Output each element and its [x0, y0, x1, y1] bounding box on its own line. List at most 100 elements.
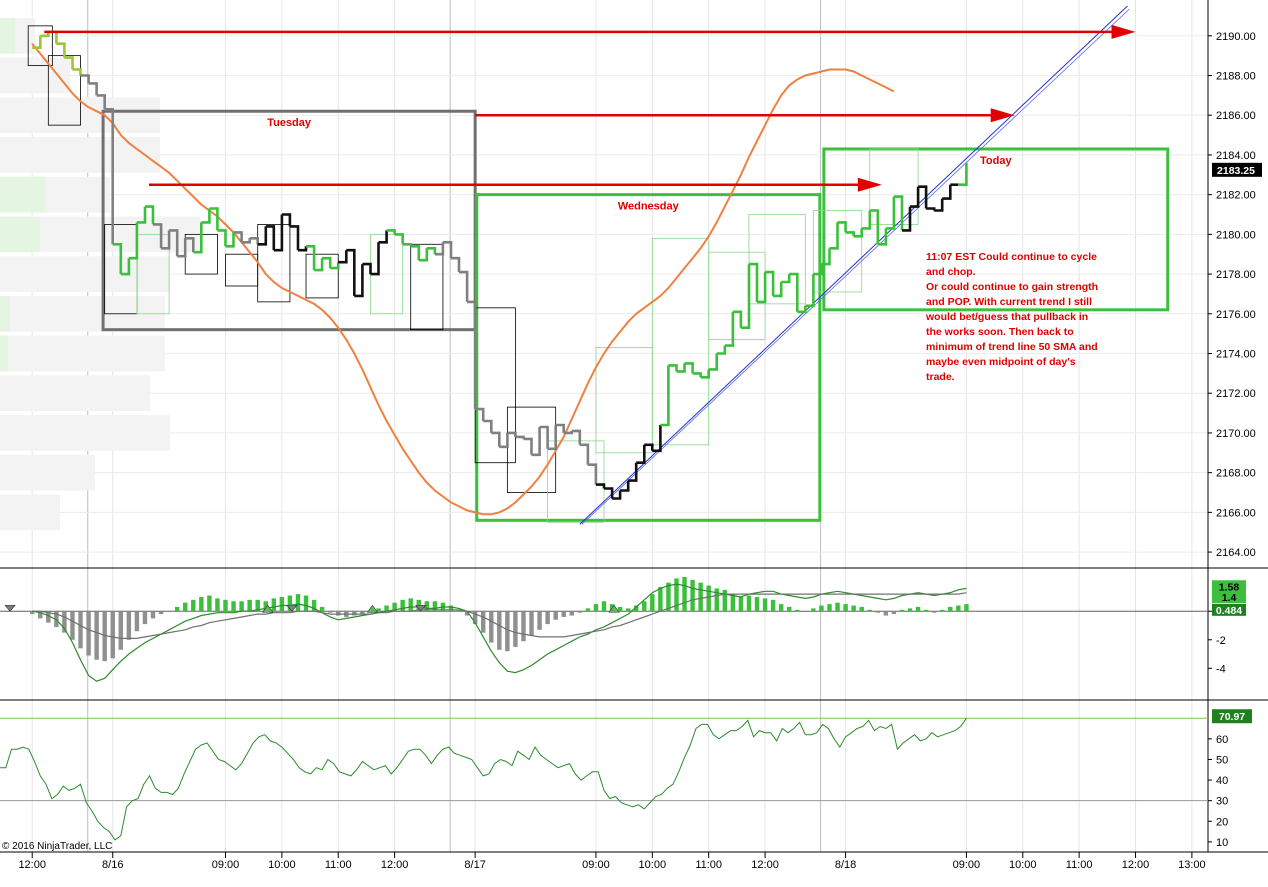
price-panel[interactable]: Tuesday Wednesday Today 11:07 EST Could con…	[0, 5, 1170, 531]
crossover-marker[interactable]	[366, 604, 379, 613]
macd-histogram-bar[interactable]	[569, 611, 575, 616]
price-step[interactable]	[515, 435, 525, 439]
macd-histogram-bar[interactable]	[408, 598, 413, 612]
day-range-box[interactable]	[475, 193, 822, 522]
macd-histogram-bar[interactable]	[601, 601, 607, 612]
macd-histogram-bar[interactable]	[118, 611, 124, 650]
macd-histogram-bar[interactable]	[94, 611, 99, 660]
macd-histogram-bar[interactable]	[956, 605, 961, 612]
price-step[interactable]	[636, 444, 646, 464]
macd-histogram-bar[interactable]	[875, 611, 881, 613]
macd-histogram-bar[interactable]	[279, 596, 285, 612]
price-step[interactable]	[201, 208, 211, 224]
macd-histogram-bar[interactable]	[295, 594, 301, 612]
macd-histogram-bar[interactable]	[271, 598, 277, 612]
macd-histogram-bar[interactable]	[907, 608, 913, 612]
macd-histogram-bar[interactable]	[940, 609, 945, 612]
macd-histogram-bar[interactable]	[497, 611, 502, 650]
price-step[interactable]	[660, 365, 670, 427]
macd-histogram-bar[interactable]	[327, 611, 333, 613]
price-step[interactable]	[781, 274, 791, 284]
macd-histogram-bar[interactable]	[827, 604, 832, 612]
price-step[interactable]	[724, 311, 735, 347]
macd-histogram-bar[interactable]	[303, 595, 309, 612]
macd-histogram-bar[interactable]	[730, 594, 736, 612]
price-step[interactable]	[217, 229, 227, 247]
macd-histogram-bar[interactable]	[666, 582, 671, 612]
macd-histogram-bar[interactable]	[158, 611, 164, 615]
chart-canvas[interactable]: Tuesday Wednesday Today 11:07 EST Could con…	[0, 0, 1268, 882]
macd-histogram-bar[interactable]	[778, 604, 784, 612]
price-step[interactable]	[926, 207, 936, 211]
macd-histogram-bar[interactable]	[78, 611, 83, 649]
macd-histogram-bar[interactable]	[166, 611, 172, 612]
macd-histogram-bar[interactable]	[521, 611, 526, 642]
macd-histogram-bar[interactable]	[480, 611, 486, 633]
price-step[interactable]	[523, 437, 533, 455]
price-step[interactable]	[861, 210, 872, 230]
trend-line-parallel[interactable]	[581, 8, 1130, 525]
macd-histogram-bar[interactable]	[585, 608, 591, 612]
macd-histogram-bar[interactable]	[86, 611, 91, 656]
macd-histogram-bar[interactable]	[658, 586, 663, 612]
macd-histogram-bar[interactable]	[899, 609, 905, 612]
price-step[interactable]	[491, 431, 501, 447]
macd-histogram-bar[interactable]	[762, 598, 768, 612]
macd-histogram-bar[interactable]	[803, 611, 808, 612]
macd-histogram-bar[interactable]	[625, 608, 631, 612]
price-step[interactable]	[72, 68, 82, 76]
trend-line[interactable]	[579, 5, 1128, 525]
macd-histogram-bar[interactable]	[376, 608, 381, 612]
price-step[interactable]	[378, 230, 388, 244]
price-step[interactable]	[80, 74, 90, 84]
macd-histogram-bar[interactable]	[70, 611, 75, 640]
price-step[interactable]	[579, 443, 590, 465]
price-step[interactable]	[910, 186, 920, 208]
price-step[interactable]	[88, 82, 98, 96]
macd-histogram-bar[interactable]	[545, 611, 550, 625]
crossover-marker[interactable]	[4, 604, 16, 612]
macd-histogram-bar[interactable]	[738, 596, 744, 612]
macd-histogram-bar[interactable]	[891, 611, 897, 615]
macd-histogram-bar[interactable]	[593, 604, 599, 612]
macd-histogram-bar[interactable]	[336, 611, 341, 616]
macd-panel[interactable]	[0, 577, 1208, 682]
macd-histogram-bar[interactable]	[231, 601, 236, 612]
price-step[interactable]	[942, 184, 952, 200]
macd-histogram-bar[interactable]	[352, 611, 357, 616]
price-step[interactable]	[289, 225, 300, 251]
macd-histogram-bar[interactable]	[617, 606, 623, 612]
macd-histogram-bar[interactable]	[150, 611, 156, 619]
price-step[interactable]	[402, 243, 412, 247]
macd-histogram-bar[interactable]	[239, 601, 244, 612]
macd-histogram-bar[interactable]	[682, 577, 687, 612]
price-step[interactable]	[595, 483, 606, 489]
price-step[interactable]	[483, 419, 493, 433]
price-step[interactable]	[451, 256, 461, 273]
macd-histogram-bar[interactable]	[795, 609, 800, 612]
price-step[interactable]	[587, 463, 598, 485]
macd-histogram-bar[interactable]	[142, 611, 148, 625]
macd-histogram-bar[interactable]	[948, 606, 953, 612]
macd-histogram-bar[interactable]	[819, 605, 824, 612]
macd-histogram-bar[interactable]	[787, 606, 792, 612]
price-step[interactable]	[410, 245, 421, 261]
macd-histogram-bar[interactable]	[134, 611, 140, 632]
macd-histogram-bar[interactable]	[706, 585, 711, 612]
price-step[interactable]	[708, 353, 718, 371]
price-step[interactable]	[338, 250, 348, 264]
price-step[interactable]	[459, 270, 469, 302]
macd-histogram-bar[interactable]	[319, 606, 325, 612]
macd-histogram-bar[interactable]	[690, 579, 695, 612]
macd-histogram-bar[interactable]	[529, 611, 534, 636]
price-step[interactable]	[813, 264, 823, 276]
macd-histogram-bar[interactable]	[199, 596, 204, 612]
macd-histogram-bar[interactable]	[883, 611, 889, 616]
macd-histogram-bar[interactable]	[650, 594, 655, 612]
macd-histogram-bar[interactable]	[915, 606, 921, 612]
price-step[interactable]	[805, 274, 815, 308]
price-step[interactable]	[692, 372, 702, 378]
macd-histogram-bar[interactable]	[110, 611, 115, 659]
macd-histogram-bar[interactable]	[770, 599, 776, 612]
macd-histogram-bar[interactable]	[537, 611, 542, 630]
